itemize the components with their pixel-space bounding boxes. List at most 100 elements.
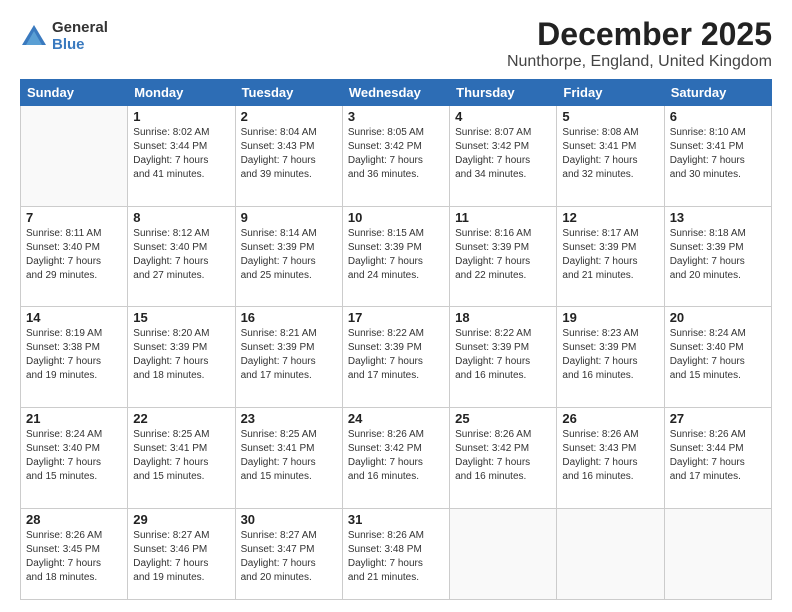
table-row: 25 Sunrise: 8:26 AM Sunset: 3:42 PM Dayli…: [450, 407, 557, 508]
table-row: 16 Sunrise: 8:21 AM Sunset: 3:39 PM Dayli…: [235, 307, 342, 408]
logo-text: General Blue: [52, 20, 108, 53]
day-info: Sunrise: 8:26 AM Sunset: 3:43 PM Dayligh…: [562, 428, 658, 484]
day-info: Sunrise: 8:10 AM Sunset: 3:41 PM Dayligh…: [670, 126, 766, 182]
day-number: 15: [133, 310, 229, 325]
table-row: [664, 508, 771, 600]
table-row: 22 Sunrise: 8:25 AM Sunset: 3:41 PM Dayli…: [128, 407, 235, 508]
day-info: Sunrise: 8:12 AM Sunset: 3:40 PM Dayligh…: [133, 227, 229, 283]
header-monday: Monday: [128, 80, 235, 106]
day-number: 13: [670, 210, 766, 225]
table-row: 1Sunrise: 8:02 AM Sunset: 3:44 PM Daylig…: [128, 106, 235, 207]
table-row: 3 Sunrise: 8:05 AM Sunset: 3:42 PM Daylig…: [342, 106, 449, 207]
table-row: 23 Sunrise: 8:25 AM Sunset: 3:41 PM Dayli…: [235, 407, 342, 508]
table-row: 13 Sunrise: 8:18 AM Sunset: 3:39 PM Dayli…: [664, 206, 771, 307]
table-row: 10Sunrise: 8:15 AM Sunset: 3:39 PM Dayli…: [342, 206, 449, 307]
table-row: 7 Sunrise: 8:11 AM Sunset: 3:40 PM Daylig…: [21, 206, 128, 307]
day-number: 23: [241, 411, 337, 426]
day-number: 27: [670, 411, 766, 426]
day-number: 6: [670, 109, 766, 124]
day-number: 29: [133, 512, 229, 527]
day-info: Sunrise: 8:19 AM Sunset: 3:38 PM Dayligh…: [26, 327, 122, 383]
table-row: 28Sunrise: 8:26 AM Sunset: 3:45 PM Dayli…: [21, 508, 128, 600]
table-row: 27Sunrise: 8:26 AM Sunset: 3:44 PM Dayli…: [664, 407, 771, 508]
day-number: 30: [241, 512, 337, 527]
day-number: 25: [455, 411, 551, 426]
logo: General Blue: [20, 20, 108, 53]
day-number: 19: [562, 310, 658, 325]
day-number: 16: [241, 310, 337, 325]
subtitle: Nunthorpe, England, United Kingdom: [507, 53, 772, 71]
header: General Blue December 2025 Nunthorpe, En…: [20, 16, 772, 71]
day-info: Sunrise: 8:24 AM Sunset: 3:40 PM Dayligh…: [670, 327, 766, 383]
day-number: 20: [670, 310, 766, 325]
day-number: 18: [455, 310, 551, 325]
calendar-table: Sunday Monday Tuesday Wednesday Thursday…: [20, 79, 772, 600]
day-info: Sunrise: 8:26 AM Sunset: 3:48 PM Dayligh…: [348, 529, 444, 585]
table-row: 12 Sunrise: 8:17 AM Sunset: 3:39 PM Dayli…: [557, 206, 664, 307]
header-thursday: Thursday: [450, 80, 557, 106]
title-block: December 2025 Nunthorpe, England, United…: [507, 16, 772, 71]
table-row: 5 Sunrise: 8:08 AM Sunset: 3:41 PM Daylig…: [557, 106, 664, 207]
table-row: 18 Sunrise: 8:22 AM Sunset: 3:39 PM Dayli…: [450, 307, 557, 408]
day-info: Sunrise: 8:27 AM Sunset: 3:46 PM Dayligh…: [133, 529, 229, 585]
table-row: 26 Sunrise: 8:26 AM Sunset: 3:43 PM Dayli…: [557, 407, 664, 508]
table-row: 17 Sunrise: 8:22 AM Sunset: 3:39 PM Dayli…: [342, 307, 449, 408]
day-info: Sunrise: 8:26 AM Sunset: 3:42 PM Dayligh…: [455, 428, 551, 484]
calendar-header-row: Sunday Monday Tuesday Wednesday Thursday…: [21, 80, 772, 106]
day-info: Sunrise: 8:21 AM Sunset: 3:39 PM Dayligh…: [241, 327, 337, 383]
main-title: December 2025: [507, 16, 772, 53]
logo-blue: Blue: [52, 37, 108, 54]
table-row: 6 Sunrise: 8:10 AM Sunset: 3:41 PM Daylig…: [664, 106, 771, 207]
day-number: 2: [241, 109, 337, 124]
header-sunday: Sunday: [21, 80, 128, 106]
day-number: 17: [348, 310, 444, 325]
table-row: [557, 508, 664, 600]
table-row: [450, 508, 557, 600]
table-row: 14 Sunrise: 8:19 AM Sunset: 3:38 PM Dayli…: [21, 307, 128, 408]
page: General Blue December 2025 Nunthorpe, En…: [0, 0, 792, 612]
table-row: 8 Sunrise: 8:12 AM Sunset: 3:40 PM Daylig…: [128, 206, 235, 307]
header-wednesday: Wednesday: [342, 80, 449, 106]
day-info: Sunrise: 8:22 AM Sunset: 3:39 PM Dayligh…: [455, 327, 551, 383]
table-row: 21Sunrise: 8:24 AM Sunset: 3:40 PM Dayli…: [21, 407, 128, 508]
day-number: 5: [562, 109, 658, 124]
day-number: 4: [455, 109, 551, 124]
day-number: 12: [562, 210, 658, 225]
day-number: 11: [455, 210, 551, 225]
table-row: 31 Sunrise: 8:26 AM Sunset: 3:48 PM Dayli…: [342, 508, 449, 600]
day-info: Sunrise: 8:25 AM Sunset: 3:41 PM Dayligh…: [241, 428, 337, 484]
table-row: 15Sunrise: 8:20 AM Sunset: 3:39 PM Dayli…: [128, 307, 235, 408]
table-row: 2 Sunrise: 8:04 AM Sunset: 3:43 PM Daylig…: [235, 106, 342, 207]
day-number: 14: [26, 310, 122, 325]
day-info: Sunrise: 8:08 AM Sunset: 3:41 PM Dayligh…: [562, 126, 658, 182]
table-row: 30 Sunrise: 8:27 AM Sunset: 3:47 PM Dayli…: [235, 508, 342, 600]
day-number: 28: [26, 512, 122, 527]
day-number: 26: [562, 411, 658, 426]
table-row: 24Sunrise: 8:26 AM Sunset: 3:42 PM Dayli…: [342, 407, 449, 508]
table-row: 4Sunrise: 8:07 AM Sunset: 3:42 PM Daylig…: [450, 106, 557, 207]
day-number: 8: [133, 210, 229, 225]
day-number: 22: [133, 411, 229, 426]
day-info: Sunrise: 8:25 AM Sunset: 3:41 PM Dayligh…: [133, 428, 229, 484]
day-info: Sunrise: 8:04 AM Sunset: 3:43 PM Dayligh…: [241, 126, 337, 182]
day-info: Sunrise: 8:16 AM Sunset: 3:39 PM Dayligh…: [455, 227, 551, 283]
table-row: 19 Sunrise: 8:23 AM Sunset: 3:39 PM Dayli…: [557, 307, 664, 408]
day-info: Sunrise: 8:23 AM Sunset: 3:39 PM Dayligh…: [562, 327, 658, 383]
day-number: 31: [348, 512, 444, 527]
day-number: 7: [26, 210, 122, 225]
day-info: Sunrise: 8:17 AM Sunset: 3:39 PM Dayligh…: [562, 227, 658, 283]
header-saturday: Saturday: [664, 80, 771, 106]
header-friday: Friday: [557, 80, 664, 106]
day-number: 24: [348, 411, 444, 426]
day-number: 10: [348, 210, 444, 225]
day-info: Sunrise: 8:22 AM Sunset: 3:39 PM Dayligh…: [348, 327, 444, 383]
day-info: Sunrise: 8:27 AM Sunset: 3:47 PM Dayligh…: [241, 529, 337, 585]
day-number: 3: [348, 109, 444, 124]
day-number: 9: [241, 210, 337, 225]
logo-general: General: [52, 20, 108, 37]
table-row: 11 Sunrise: 8:16 AM Sunset: 3:39 PM Dayli…: [450, 206, 557, 307]
day-info: Sunrise: 8:11 AM Sunset: 3:40 PM Dayligh…: [26, 227, 122, 283]
day-info: Sunrise: 8:05 AM Sunset: 3:42 PM Dayligh…: [348, 126, 444, 182]
day-info: Sunrise: 8:18 AM Sunset: 3:39 PM Dayligh…: [670, 227, 766, 283]
day-number: 21: [26, 411, 122, 426]
